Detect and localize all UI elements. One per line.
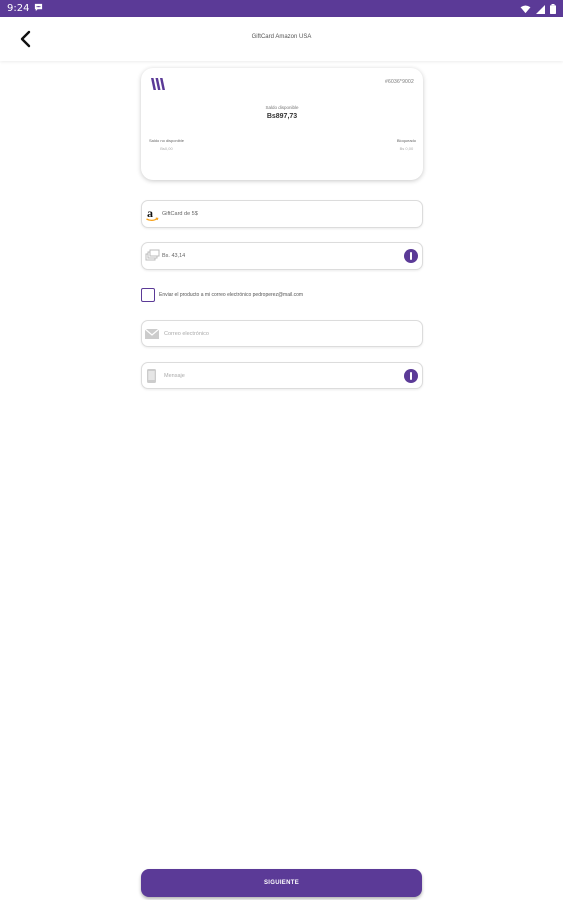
balance-value: Bs897,73	[266, 113, 298, 120]
unavailable-balance-label: Saldo no disponible	[149, 138, 184, 143]
product-field[interactable]: a GiftCard de 5$	[141, 200, 423, 228]
chat-notification-icon	[34, 3, 43, 15]
envelope-icon	[144, 328, 160, 340]
unavailable-balance-value: Bs0,00	[160, 146, 173, 151]
status-bar-right	[520, 0, 556, 18]
send-email-label: Enviar el producto a mi correo electróni…	[159, 292, 304, 298]
next-button[interactable]: SIGUIENTE	[141, 869, 422, 897]
email-placeholder: Correo electrónico	[164, 330, 209, 337]
wifi-icon	[520, 0, 531, 18]
page-title: GiftCard Amazon USA	[251, 34, 312, 40]
product-value: GiftCard de 5$	[162, 211, 198, 217]
status-bar-left: 9:24	[7, 3, 43, 15]
send-email-option: Enviar el producto a mi correo electróni…	[141, 288, 303, 302]
email-field[interactable]: Correo electrónico	[141, 320, 423, 347]
blocked-balance: Bloqueado Bs 0,00	[397, 138, 416, 151]
signal-icon	[536, 0, 545, 18]
battery-icon	[550, 0, 556, 18]
message-field[interactable]: Mensaje	[141, 362, 423, 389]
card-number: #6036*9002	[385, 79, 414, 85]
money-icon	[145, 249, 160, 263]
message-info-icon[interactable]	[404, 368, 418, 383]
message-placeholder: Mensaje	[164, 372, 185, 379]
send-email-checkbox[interactable]	[141, 288, 155, 302]
amount-info-icon[interactable]	[404, 249, 418, 263]
amount-field[interactable]: Bs. 43,14	[141, 242, 423, 270]
amazon-icon: a	[145, 206, 159, 222]
brand-logo-icon	[150, 76, 166, 97]
phone-icon	[146, 368, 157, 384]
blocked-balance-label: Bloqueado	[396, 138, 416, 143]
blocked-balance-value: Bs 0,00	[399, 146, 414, 151]
balance-label: Saldo disponible	[265, 105, 299, 110]
svg-text:a: a	[147, 206, 153, 220]
balance-card: #6036*9002 Saldo disponible Bs897,73 Sal…	[141, 68, 423, 180]
amount-value: Bs. 43,14	[162, 253, 186, 259]
app-bar: GiftCard Amazon USA	[0, 17, 563, 61]
status-time: 9:24	[7, 3, 30, 14]
status-bar: 9:24	[0, 0, 563, 17]
unavailable-balance: Saldo no disponible Bs0,00	[149, 138, 184, 151]
